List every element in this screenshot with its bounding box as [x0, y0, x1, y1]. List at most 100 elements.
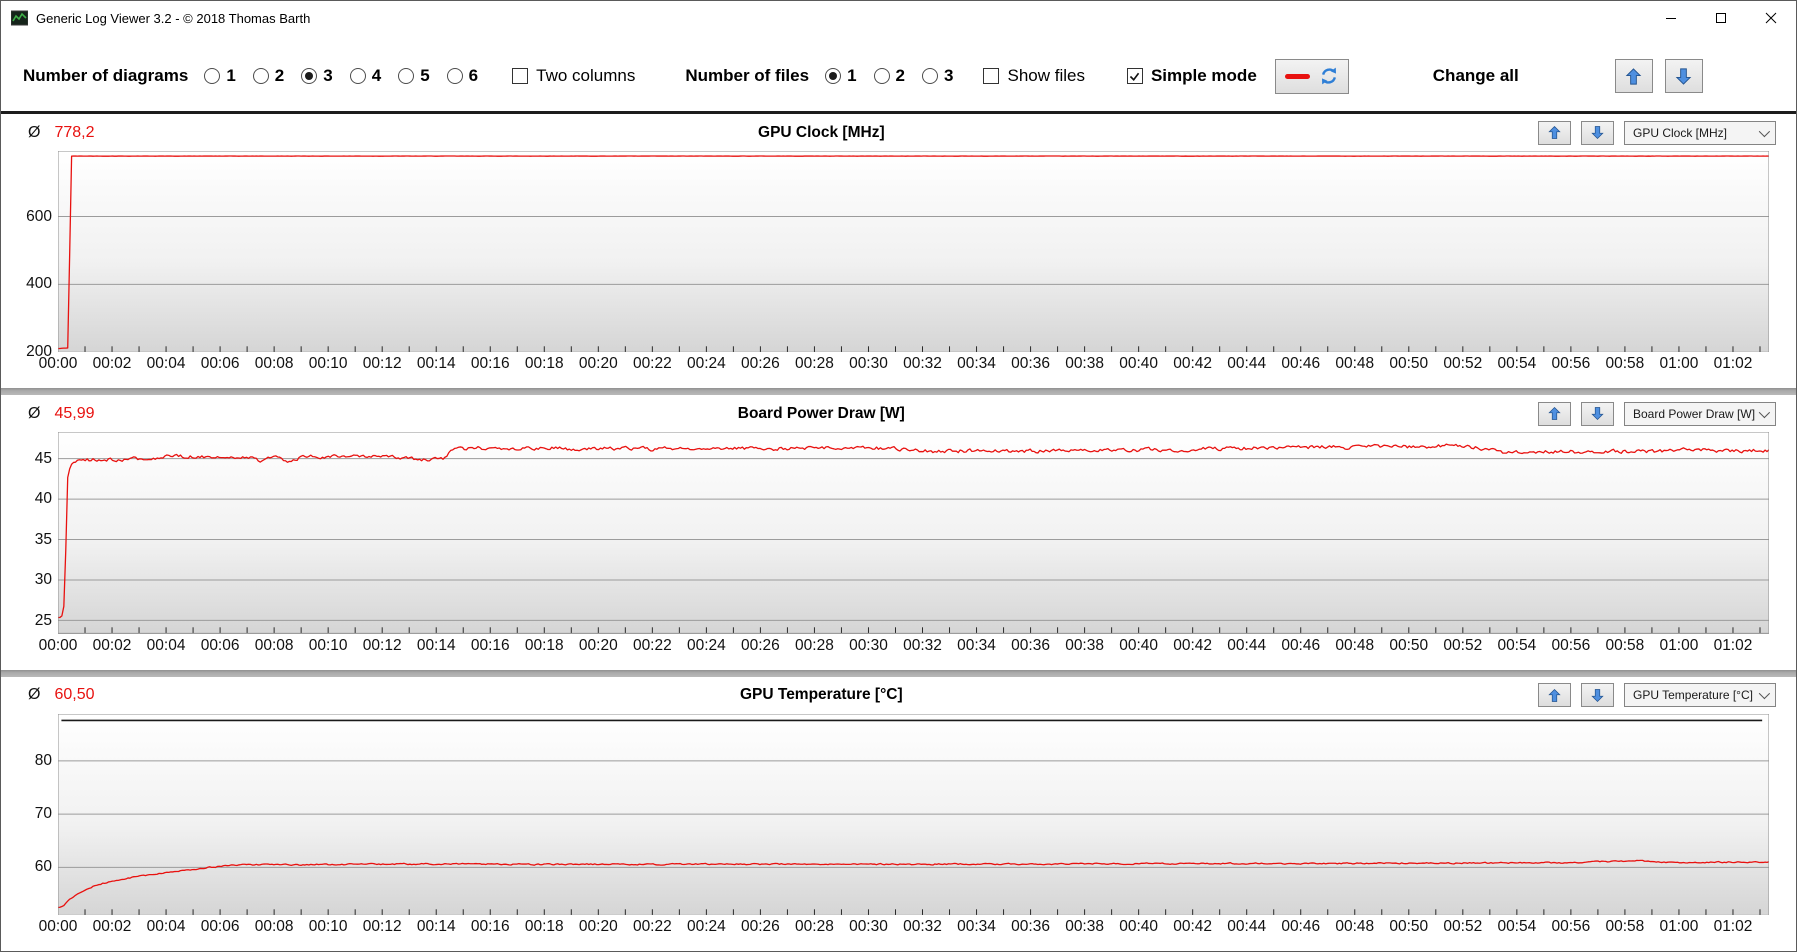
- panel-splitter[interactable]: [1, 669, 1796, 677]
- radio-files-1[interactable]: 1: [825, 66, 857, 86]
- change-all-down-button[interactable]: [1664, 59, 1703, 93]
- y-tick-label: 70: [34, 804, 52, 822]
- refresh-icon: [1321, 67, 1336, 85]
- x-tick-label: 00:38: [1065, 917, 1104, 935]
- radio-circle: [301, 68, 318, 84]
- x-tick-label: 00:40: [1119, 355, 1159, 373]
- chart-panel-board-power: Ø 45,99 Board Power Draw [W] Board Power…: [1, 395, 1796, 670]
- line-color-refresh-button[interactable]: [1274, 58, 1349, 94]
- chart-controls: GPU Clock [MHz]: [1538, 120, 1796, 145]
- radio-label: 3: [323, 66, 333, 85]
- x-tick-label: 00:18: [524, 636, 564, 654]
- y-axis: 200 400 600: [1, 151, 58, 361]
- checkbox-box: [1126, 68, 1143, 84]
- y-tick-label: 400: [26, 275, 52, 293]
- minimize-button[interactable]: [1646, 1, 1696, 35]
- x-tick-label: 00:52: [1443, 636, 1483, 654]
- two-columns-checkbox[interactable]: Two columns: [512, 66, 635, 86]
- plot-row: 200 400 600: [1, 151, 1796, 361]
- x-tick-label: 00:46: [1281, 917, 1321, 935]
- metric-dropdown[interactable]: GPU Clock [MHz]: [1624, 120, 1776, 145]
- move-chart-down-button[interactable]: [1581, 683, 1614, 708]
- x-tick-label: 00:48: [1335, 355, 1375, 373]
- x-tick-label: 00:46: [1281, 355, 1321, 373]
- x-tick-label: 00:12: [362, 355, 402, 373]
- average-value: 45,99: [54, 404, 95, 422]
- move-chart-up-button[interactable]: [1538, 401, 1571, 426]
- x-tick-label: 00:58: [1605, 355, 1645, 373]
- arrow-down-icon: [1675, 67, 1692, 85]
- x-tick-label: 00:26: [741, 636, 780, 654]
- x-tick-label: 00:50: [1389, 636, 1429, 654]
- file-count-radios: 1 2 3: [825, 66, 953, 86]
- radio-diagrams-5[interactable]: 5: [398, 66, 430, 86]
- radio-diagrams-1[interactable]: 1: [204, 66, 236, 86]
- plot-background: [58, 713, 1769, 915]
- x-tick-label: 00:48: [1335, 917, 1375, 935]
- metric-dropdown[interactable]: Board Power Draw [W]: [1624, 401, 1776, 426]
- simple-mode-checkbox[interactable]: Simple mode: [1126, 66, 1257, 86]
- move-chart-down-button[interactable]: [1581, 120, 1614, 145]
- y-tick-label: 30: [34, 571, 52, 589]
- x-tick-label: 00:06: [200, 355, 240, 373]
- y-tick-label: 80: [34, 751, 52, 769]
- line-color-swatch: [1284, 73, 1310, 79]
- metric-dropdown-value: GPU Temperature [°C]: [1633, 688, 1753, 703]
- chart-controls: Board Power Draw [W]: [1538, 401, 1796, 426]
- change-all-up-button[interactable]: [1614, 59, 1653, 93]
- move-chart-up-button[interactable]: [1538, 120, 1571, 145]
- x-tick-label: 01:02: [1713, 636, 1753, 654]
- move-chart-down-button[interactable]: [1581, 401, 1614, 426]
- app-icon: [11, 10, 28, 26]
- x-tick-label: 00:06: [200, 636, 240, 654]
- radio-label: 5: [420, 66, 430, 85]
- x-tick-label: 00:22: [632, 917, 672, 935]
- x-tick-label: 01:00: [1659, 636, 1699, 654]
- x-tick-label: 00:42: [1173, 355, 1213, 373]
- radio-circle: [204, 68, 221, 84]
- check-icon: [1130, 72, 1140, 81]
- x-tick-label: 00:04: [146, 355, 186, 373]
- plot-row: 60 70 80: [1, 713, 1796, 915]
- radio-diagrams-4[interactable]: 4: [349, 66, 381, 86]
- show-files-checkbox[interactable]: Show files: [983, 66, 1085, 86]
- x-tick-label: 00:42: [1173, 917, 1213, 935]
- x-tick-label: 00:58: [1605, 636, 1645, 654]
- x-tick-label: 00:16: [470, 636, 510, 654]
- chart-header: Ø 45,99 Board Power Draw [W] Board Power…: [1, 395, 1796, 432]
- panel-splitter[interactable]: [1, 388, 1796, 396]
- x-tick-label: 00:30: [849, 917, 888, 935]
- average-readout: Ø 778,2: [1, 124, 95, 142]
- x-axis: 00:00 00:02 00:04 00:06 00:08 00:10 00:12 00:14…: [39, 636, 1769, 663]
- x-tick-label: 00:44: [1227, 917, 1267, 935]
- radio-circle: [398, 68, 415, 84]
- maximize-button[interactable]: [1696, 1, 1746, 35]
- x-tick-label: 00:32: [903, 355, 942, 373]
- move-chart-up-button[interactable]: [1538, 683, 1571, 708]
- y-tick-label: 600: [26, 207, 52, 225]
- arrow-up-icon: [1548, 688, 1561, 702]
- radio-files-2[interactable]: 2: [873, 66, 905, 86]
- plot-row: 25 30 35 40 45: [1, 432, 1796, 634]
- plot-background: [58, 432, 1769, 634]
- x-tick-label: 00:48: [1335, 636, 1375, 654]
- x-tick-label: 00:20: [578, 355, 618, 373]
- radio-circle: [446, 68, 463, 84]
- minimize-icon: [1666, 18, 1676, 19]
- radio-diagrams-6[interactable]: 6: [446, 66, 478, 86]
- radio-diagrams-2[interactable]: 2: [252, 66, 284, 86]
- metric-dropdown[interactable]: GPU Temperature [°C]: [1624, 683, 1776, 708]
- x-tick-label: 00:02: [92, 917, 132, 935]
- radio-diagrams-3[interactable]: 3: [301, 66, 333, 86]
- radio-files-3[interactable]: 3: [922, 66, 953, 86]
- close-button[interactable]: [1746, 1, 1796, 35]
- x-tick-label: 00:02: [92, 355, 132, 373]
- x-tick-label: 00:00: [38, 355, 78, 373]
- radio-label: 3: [944, 66, 954, 85]
- x-tick-label: 00:22: [632, 355, 672, 373]
- average-readout: Ø 45,99: [1, 405, 95, 423]
- average-symbol: Ø: [28, 123, 41, 141]
- x-tick-label: 00:34: [957, 355, 996, 373]
- arrow-down-icon: [1591, 688, 1604, 702]
- x-tick-label: 00:26: [741, 917, 780, 935]
